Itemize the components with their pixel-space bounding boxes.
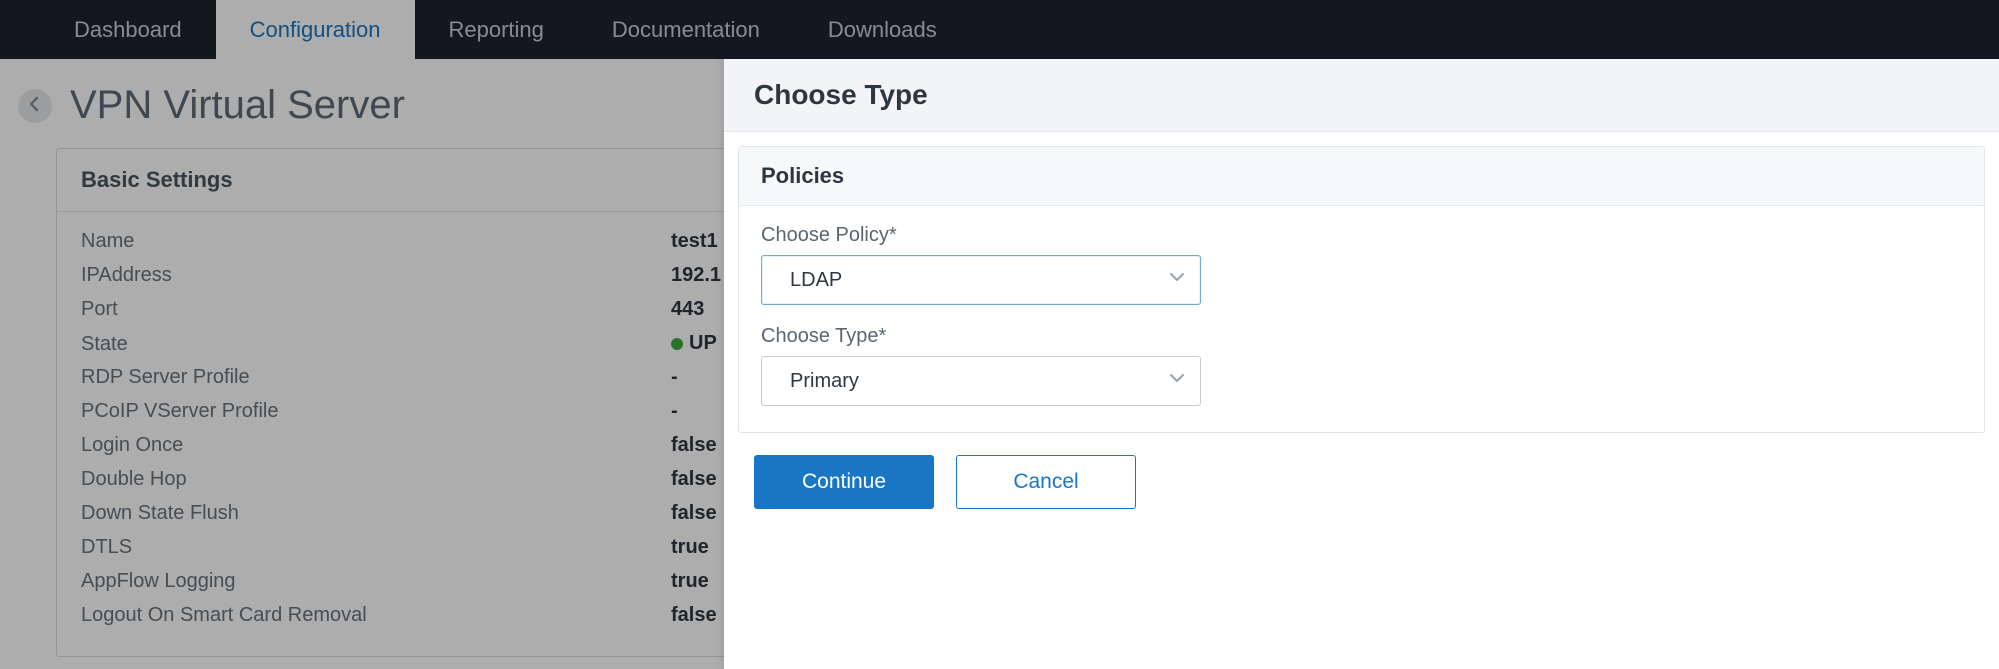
kv-label: DTLS	[81, 536, 671, 559]
choose-type-select[interactable]: Primary	[761, 356, 1201, 406]
panel-actions: Continue Cancel	[724, 433, 1999, 509]
kv-label: Logout On Smart Card Removal	[81, 604, 671, 627]
policies-box: Policies Choose Policy* LDAP Choose Type…	[738, 146, 1985, 433]
choose-policy-label: Choose Policy*	[761, 224, 1962, 247]
kv-value-text: UP	[689, 332, 717, 355]
kv-value-text: -	[671, 400, 678, 423]
kv-value-text: -	[671, 366, 678, 389]
back-arrow-icon	[27, 96, 43, 116]
kv-value: false	[671, 502, 717, 525]
nav-configuration[interactable]: Configuration	[216, 0, 415, 59]
choose-type-label: Choose Type*	[761, 325, 1962, 348]
nav-downloads[interactable]: Downloads	[794, 0, 971, 59]
policies-body: Choose Policy* LDAP Choose Type* Primary	[739, 206, 1984, 432]
choose-type-value: Primary	[790, 370, 859, 393]
chevron-down-icon	[1168, 369, 1186, 393]
kv-label: State	[81, 333, 671, 356]
nav-dashboard[interactable]: Dashboard	[40, 0, 216, 59]
kv-value: -	[671, 366, 678, 389]
kv-label: Double Hop	[81, 468, 671, 491]
kv-value: 192.1	[671, 264, 721, 287]
kv-label: PCoIP VServer Profile	[81, 400, 671, 423]
kv-label: Down State Flush	[81, 502, 671, 525]
nav-reporting[interactable]: Reporting	[415, 0, 578, 59]
kv-value-text: 443	[671, 298, 704, 321]
kv-value: test1	[671, 230, 718, 253]
kv-value: true	[671, 536, 709, 559]
page-title: VPN Virtual Server	[70, 83, 405, 128]
kv-label: Port	[81, 298, 671, 321]
nav-documentation[interactable]: Documentation	[578, 0, 794, 59]
kv-value: true	[671, 570, 709, 593]
kv-value-text: false	[671, 604, 717, 627]
kv-value-text: false	[671, 502, 717, 525]
kv-value-text: 192.1	[671, 264, 721, 287]
choose-policy-value: LDAP	[790, 269, 842, 292]
top-nav: Dashboard Configuration Reporting Docume…	[0, 0, 1999, 59]
kv-value-text: true	[671, 570, 709, 593]
kv-value: false	[671, 604, 717, 627]
kv-value: false	[671, 468, 717, 491]
kv-label: Name	[81, 230, 671, 253]
choose-type-panel: Choose Type Policies Choose Policy* LDAP…	[724, 59, 1999, 669]
kv-value: UP	[671, 332, 717, 355]
kv-value-text: test1	[671, 230, 718, 253]
status-dot-icon	[671, 338, 683, 350]
continue-button[interactable]: Continue	[754, 455, 934, 509]
panel-title: Choose Type	[724, 59, 1999, 132]
cancel-button[interactable]: Cancel	[956, 455, 1136, 509]
chevron-down-icon	[1168, 268, 1186, 292]
policies-header: Policies	[739, 147, 1984, 206]
back-button[interactable]	[18, 89, 52, 123]
kv-value: false	[671, 434, 717, 457]
kv-label: AppFlow Logging	[81, 570, 671, 593]
kv-value-text: false	[671, 468, 717, 491]
kv-label: RDP Server Profile	[81, 366, 671, 389]
kv-value: 443	[671, 298, 704, 321]
kv-label: Login Once	[81, 434, 671, 457]
choose-policy-select[interactable]: LDAP	[761, 255, 1201, 305]
kv-label: IPAddress	[81, 264, 671, 287]
kv-value: -	[671, 400, 678, 423]
kv-value-text: true	[671, 536, 709, 559]
kv-value-text: false	[671, 434, 717, 457]
